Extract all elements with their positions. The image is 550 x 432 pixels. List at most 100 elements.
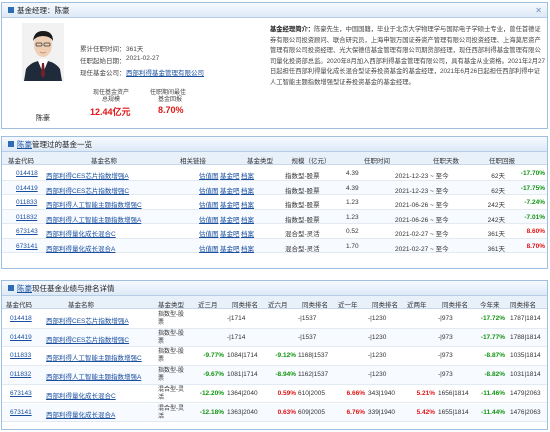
related-link[interactable]: 估值图 [199,199,219,209]
fund-name-link[interactable]: 西部利得量化成长混合A [46,409,158,419]
square-icon [8,7,14,13]
current-funds-header: 陈豪现任基金业绩与排名详情 [2,281,547,296]
fund-name-link[interactable]: 西部利得CES芯片指数增强A [46,170,129,180]
managed-col-header: 任职回报 [489,158,515,165]
fund-code-link[interactable]: 014419 [16,185,38,192]
return-ytd: -8.87% [484,352,505,360]
fund-name-link[interactable]: 西部利得CES芯片指数增强A [46,315,158,325]
rank-2y: 1656|1814 [438,389,469,397]
related-link[interactable]: 档案 [241,214,254,224]
related-link[interactable]: 档案 [241,228,254,238]
current-col-header: 同类排名 [442,302,468,309]
current-col-header: 同类排名 [232,302,258,309]
fund-name-link[interactable]: 西部利得CES芯片指数增强C [46,185,129,195]
fund-name-link[interactable]: 西部利得人工智能主题指数增强C [46,352,158,362]
fund-name-link[interactable]: 西部利得量化成长混合C [46,228,116,238]
fund-name-link[interactable]: 西部利得人工智能主题指数增强A [46,371,158,381]
rank-2y: -|973 [438,333,453,341]
company-link[interactable]: 西部利得基金管理有限公司 [126,67,204,77]
fund-name-link[interactable]: 西部利得量化成长混合C [46,390,158,400]
bio-text: 陈豪先生，中国国籍，毕业于北京大学物理学与国际电子学硕士专业，曾任首德证券有限公… [270,26,546,86]
related-link[interactable]: 档案 [241,199,254,209]
avatar [22,23,64,81]
fund-name-link[interactable]: 西部利得人工智能主题指数增强A [46,214,141,224]
fund-code-link[interactable]: 014418 [10,315,32,322]
current-manager-link[interactable]: 陈豪 [17,284,32,293]
related-link[interactable]: 估值图 [199,185,219,195]
tenure-period: 2021-12-23 ~ 至今 [395,187,449,195]
return-6m: -9.12% [275,352,296,360]
rank-3m: 1363|2040 [227,408,258,416]
tenure-return: -7.24% [524,199,545,206]
current-col-header: 近两年 [407,302,427,309]
scale-label-line2: 总规模 [102,97,121,103]
related-link[interactable]: 估值图 [199,228,219,238]
rank-ytd: 1476|2063 [510,408,541,416]
fund-type: 混合型-灵活 [158,386,184,401]
fund-name-link[interactable]: 西部利得人工智能主题指数增强C [46,199,142,209]
related-link[interactable]: 估值图 [199,214,219,224]
square-icon [8,141,14,147]
rank-3m: -|1714 [227,333,246,341]
current-col-header: 同类排名 [372,302,398,309]
rank-ytd: 1031|1814 [510,371,541,379]
current-col-header: 近一年 [338,302,358,309]
rank-6m: 609|2005 [298,408,325,416]
rank-3m: -|1714 [227,315,246,322]
tenure-period: 2021-06-26 ~ 至今 [395,216,449,224]
managed-funds-panel: 陈豪管理过的基金一览 基金代码 基金名称 相关链接 基金类型 规模（亿元） 任职时间 任职天… [1,136,548,269]
current-title: 现任基金业绩与排名详情 [32,284,115,293]
related-link[interactable]: 基金吧 [220,214,240,224]
tenure-period: 2021-06-26 ~ 至今 [395,202,449,209]
fund-type: 指数型-股票 [158,349,184,364]
return-ytd: -17.72% [480,315,505,322]
fund-code-link[interactable]: 673141 [10,409,32,416]
managed-manager-link[interactable]: 陈豪 [17,140,32,149]
fund-code-link[interactable]: 014419 [10,334,32,341]
related-link[interactable]: 档案 [241,185,254,195]
fund-code-link[interactable]: 011833 [16,199,37,206]
fund-code-link[interactable]: 673143 [16,228,38,235]
return-1y: 6.66% [346,389,365,397]
fund-code-link[interactable]: 673143 [10,390,32,397]
fund-code-link[interactable]: 673141 [16,243,38,250]
start-date-value: 2021-02-27 [126,55,160,62]
tenure-period: 2021-02-27 ~ 至今 [395,231,449,238]
table-row: 011832 西部利得人工智能主题指数增强A 估值图 基金吧 档案 指数型-股票 1.23 2… [2,209,547,224]
return-3m: -12.20% [199,389,224,397]
rank-1y: 339|1940 [368,408,395,416]
related-link[interactable]: 基金吧 [220,243,240,253]
managed-col-header: 相关链接 [180,158,206,165]
fund-name-link[interactable]: 西部利得量化成长混合A [46,243,115,253]
scale-value: 12.44亿元 [90,107,131,117]
related-link[interactable]: 基金吧 [220,199,240,209]
related-link[interactable]: 档案 [241,170,254,180]
rank-6m: 1162|1537 [298,371,329,379]
return-3m: -9.77% [203,352,224,360]
related-link[interactable]: 基金吧 [220,185,240,195]
best-return-label-line2: 基金回报 [158,97,183,103]
related-link[interactable]: 估值图 [199,243,219,253]
fund-code-link[interactable]: 011832 [10,371,31,378]
related-link[interactable]: 估值图 [199,170,219,180]
fund-size: 0.52 [346,228,359,235]
fund-code-link[interactable]: 014418 [16,170,38,177]
fund-code-link[interactable]: 011833 [10,352,31,359]
close-icon[interactable]: ✕ [535,3,542,18]
fund-type: 指数型-股票 [158,312,184,326]
start-date-label: 任职起始日期： [80,58,126,65]
current-col-header: 基金名称 [68,302,94,309]
tenure-period: 2021-02-27 ~ 至今 [395,245,449,253]
managed-col-header: 基金名称 [91,158,117,165]
rank-2y: 1655|1814 [438,408,469,416]
fund-code-link[interactable]: 011832 [16,214,37,221]
related-link[interactable]: 基金吧 [220,170,240,180]
related-link[interactable]: 基金吧 [220,228,240,238]
rank-6m: 610|2005 [298,389,325,397]
rank-3m: 1081|1714 [227,371,258,379]
company-label: 现任基金公司： [80,70,126,77]
rank-ytd: 1479|2063 [510,389,541,397]
fund-size: 4.39 [346,170,359,177]
related-link[interactable]: 档案 [241,243,254,253]
fund-name-link[interactable]: 西部利得CES芯片指数增强C [46,334,158,344]
